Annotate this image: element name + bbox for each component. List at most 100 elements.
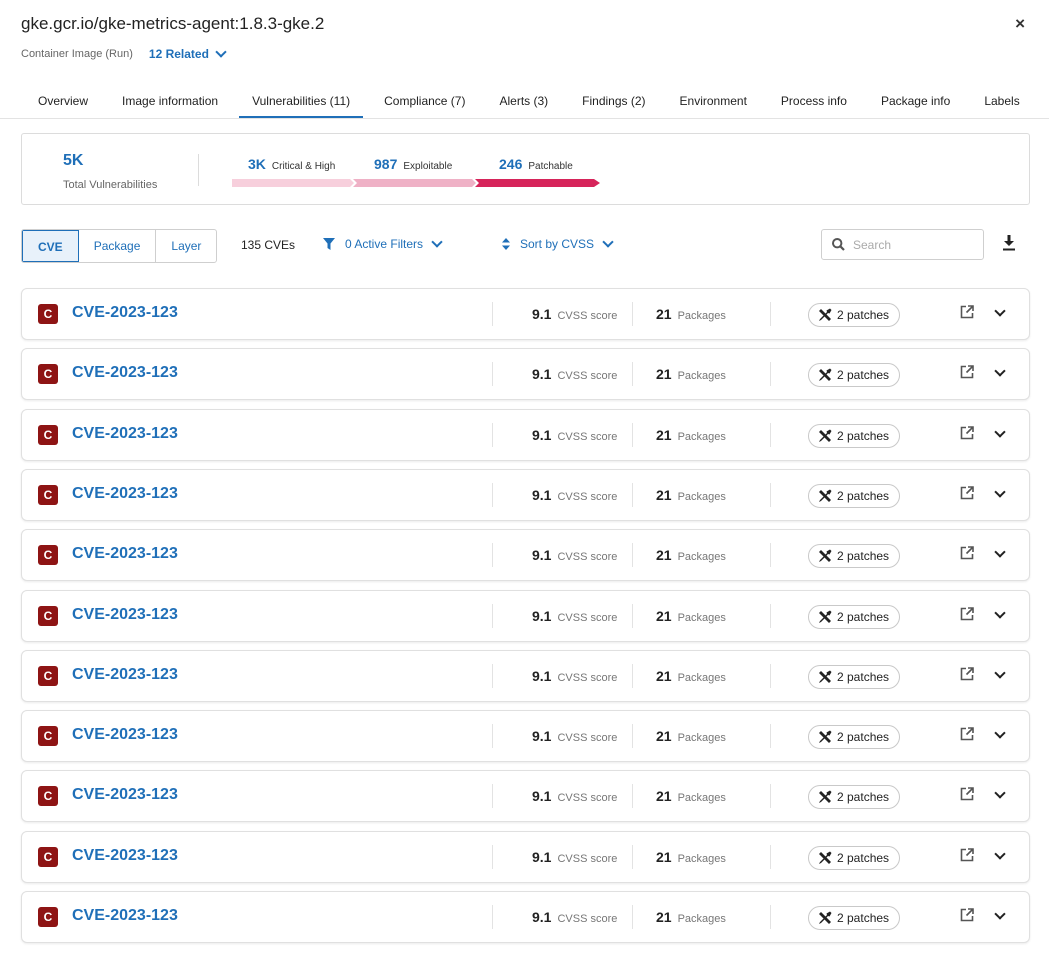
- close-icon[interactable]: ×: [1015, 14, 1025, 34]
- filter-icon: [323, 238, 335, 250]
- external-link-icon[interactable]: [960, 305, 974, 319]
- cve-link[interactable]: CVE-2023-123: [72, 485, 178, 503]
- cve-row[interactable]: C CVE-2023-123 9.1 CVSS score 21 Packages …: [21, 529, 1030, 582]
- external-link-icon[interactable]: [960, 908, 974, 922]
- exploitable-stat[interactable]: 987 Exploitable: [374, 156, 452, 172]
- tab-process-info[interactable]: Process info: [764, 92, 864, 118]
- cve-row[interactable]: C CVE-2023-123 9.1 CVSS score 21 Packages …: [21, 348, 1030, 401]
- cve-row[interactable]: C CVE-2023-123 9.1 CVSS score 21 Packages …: [21, 408, 1030, 461]
- external-link-icon[interactable]: [960, 546, 974, 560]
- download-icon[interactable]: [1002, 235, 1016, 251]
- tab-labels[interactable]: Labels: [967, 92, 1036, 118]
- patches-pill[interactable]: 2 patches: [808, 423, 901, 448]
- cvss-score-label: CVSS score: [557, 430, 618, 443]
- patches-pill[interactable]: 2 patches: [808, 363, 901, 388]
- search-box[interactable]: [821, 229, 984, 260]
- external-link-icon[interactable]: [960, 486, 974, 500]
- view-package-button[interactable]: Package: [79, 230, 157, 262]
- tab-alerts[interactable]: Alerts (3): [482, 92, 565, 118]
- cve-link[interactable]: CVE-2023-123: [72, 847, 178, 865]
- cvss-score-label: CVSS score: [557, 490, 618, 503]
- subtitle-row: Container Image (Run) 12 Related: [21, 46, 227, 61]
- cve-link[interactable]: CVE-2023-123: [72, 907, 178, 925]
- tools-icon: [819, 368, 832, 382]
- package-count-label: Packages: [677, 671, 726, 684]
- column-divider: [492, 603, 493, 628]
- patches-pill[interactable]: 2 patches: [808, 483, 901, 508]
- critical-high-value: 3K: [248, 156, 266, 172]
- chevron-down-icon[interactable]: [994, 667, 1006, 679]
- chevron-down-icon[interactable]: [994, 908, 1006, 920]
- tab-compliance[interactable]: Compliance (7): [367, 92, 482, 118]
- chevron-down-icon[interactable]: [994, 425, 1006, 438]
- cve-link[interactable]: CVE-2023-123: [72, 726, 178, 744]
- chevron-down-icon: [602, 236, 614, 248]
- cve-row[interactable]: C CVE-2023-123 9.1 CVSS score 21 Packages …: [21, 649, 1030, 702]
- chevron-down-icon[interactable]: [994, 606, 1006, 619]
- patches-pill[interactable]: 2 patches: [808, 303, 901, 327]
- column-divider: [770, 905, 771, 929]
- cve-row[interactable]: C CVE-2023-123 9.1 CVSS score 21 Packages …: [21, 288, 1030, 340]
- cve-row[interactable]: C CVE-2023-123 9.1 CVSS score 21 Packages …: [21, 770, 1030, 823]
- external-link-icon[interactable]: [960, 666, 974, 681]
- chevron-down-icon[interactable]: [994, 305, 1006, 317]
- related-dropdown[interactable]: 12 Related: [149, 46, 227, 61]
- patchable-stat[interactable]: 246 Patchable: [499, 156, 573, 172]
- patchable-label: Patchable: [528, 161, 573, 172]
- sort-label: Sort by CVSS: [520, 237, 595, 251]
- package-count-label: Packages: [677, 852, 726, 865]
- tab-image-information[interactable]: Image information: [105, 92, 235, 118]
- tab-environment[interactable]: Environment: [663, 92, 764, 118]
- patches-label: 2 patches: [837, 368, 890, 383]
- view-layer-button[interactable]: Layer: [156, 230, 216, 262]
- patches-pill[interactable]: 2 patches: [808, 906, 901, 930]
- column-divider: [770, 663, 771, 688]
- cve-row[interactable]: C CVE-2023-123 9.1 CVSS score 21 Packages …: [21, 891, 1030, 943]
- column-divider: [770, 844, 771, 869]
- filters-dropdown[interactable]: 0 Active Filters: [323, 236, 443, 251]
- column-divider: [492, 543, 493, 568]
- cve-link[interactable]: CVE-2023-123: [72, 786, 178, 804]
- tab-overview[interactable]: Overview: [21, 92, 105, 118]
- cvss-score-value: 9.1: [532, 848, 552, 865]
- tab-package-info[interactable]: Package info: [864, 92, 967, 118]
- package-count-label: Packages: [677, 370, 726, 383]
- chevron-down-icon[interactable]: [994, 727, 1006, 739]
- external-link-icon[interactable]: [960, 847, 974, 862]
- chevron-down-icon[interactable]: [994, 486, 1006, 498]
- tab-findings[interactable]: Findings (2): [565, 92, 662, 118]
- sort-dropdown[interactable]: Sort by CVSS: [502, 236, 614, 251]
- cve-link[interactable]: CVE-2023-123: [72, 545, 178, 563]
- cvss-score-value: 9.1: [532, 366, 552, 383]
- critical-high-stat[interactable]: 3K Critical & High: [248, 156, 335, 172]
- patches-pill[interactable]: 2 patches: [808, 544, 901, 569]
- search-input[interactable]: [851, 236, 975, 253]
- chevron-down-icon[interactable]: [994, 787, 1006, 800]
- cve-row[interactable]: C CVE-2023-123 9.1 CVSS score 21 Packages …: [21, 468, 1030, 521]
- patches-pill[interactable]: 2 patches: [808, 845, 901, 870]
- external-link-icon[interactable]: [960, 365, 974, 379]
- chevron-down-icon[interactable]: [994, 546, 1006, 558]
- cve-row[interactable]: C CVE-2023-123 9.1 CVSS score 21 Packages …: [21, 589, 1030, 642]
- view-cve-button[interactable]: CVE: [22, 230, 79, 262]
- external-link-icon[interactable]: [960, 727, 974, 741]
- patchable-value: 246: [499, 156, 523, 172]
- external-link-icon[interactable]: [960, 425, 974, 440]
- cve-row[interactable]: C CVE-2023-123 9.1 CVSS score 21 Packages …: [21, 710, 1030, 763]
- patches-pill[interactable]: 2 patches: [808, 664, 901, 689]
- patches-pill[interactable]: 2 patches: [808, 604, 901, 629]
- patches-pill[interactable]: 2 patches: [808, 725, 901, 750]
- cve-link[interactable]: CVE-2023-123: [72, 606, 178, 624]
- cve-row[interactable]: C CVE-2023-123 9.1 CVSS score 21 Packages …: [21, 830, 1030, 883]
- cve-link[interactable]: CVE-2023-123: [72, 666, 178, 684]
- cve-link[interactable]: CVE-2023-123: [72, 304, 178, 322]
- patches-pill[interactable]: 2 patches: [808, 785, 901, 810]
- tab-divider: [0, 118, 1049, 119]
- tab-vulnerabilities[interactable]: Vulnerabilities (11): [235, 92, 367, 118]
- chevron-down-icon[interactable]: [994, 365, 1006, 377]
- external-link-icon[interactable]: [960, 606, 974, 621]
- chevron-down-icon[interactable]: [994, 848, 1006, 860]
- cve-link[interactable]: CVE-2023-123: [72, 425, 178, 443]
- cve-link[interactable]: CVE-2023-123: [72, 364, 178, 382]
- external-link-icon[interactable]: [960, 787, 974, 801]
